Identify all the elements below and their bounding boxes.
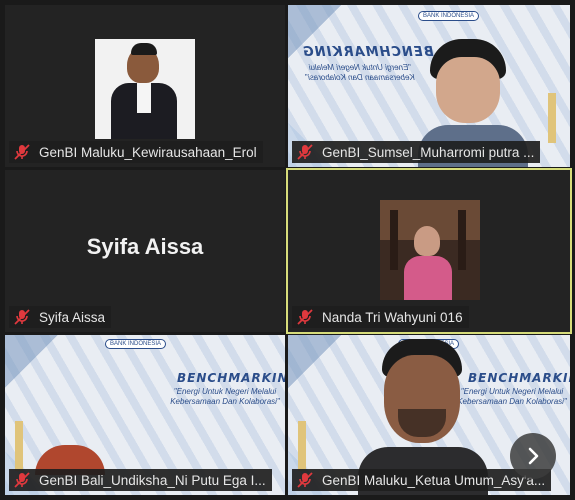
participant-name: GenBI Maluku_Ketua Umum_Asy'a...: [322, 472, 546, 488]
avatar-name-text: Syifa Aissa: [86, 234, 204, 259]
participant-photo: [380, 200, 480, 300]
chevron-right-icon: [528, 447, 539, 465]
banner-subtitle: "Energi Untuk Negeri Melalui Kebersamaan…: [300, 63, 420, 83]
mic-off-icon: [297, 309, 313, 325]
banner-title: BENCHMARKING: [177, 371, 285, 385]
banner-subtitle-line2: Kebersamaan Dan Kolaborasi": [170, 397, 280, 406]
participant-name: GenBI Maluku_Kewirausahaan_Erol: [39, 144, 257, 160]
banner-subtitle-line1: "Energi Untuk Negeri Melalui: [173, 387, 277, 396]
video-tile-5[interactable]: BANK INDONESIA BENCHMARKING "Energi Untu…: [5, 335, 285, 495]
banner-subtitle: "Energi Untuk Negeri Melalui Kebersamaan…: [165, 387, 285, 407]
banner-subtitle-line1: "Energi Untuk Negeri Melalui: [308, 63, 412, 72]
banner-title: BENCHMARKING: [302, 45, 434, 60]
monument-graphic: [298, 421, 306, 471]
participant-name: GenBI Bali_Undiksha_Ni Putu Ega I...: [39, 472, 266, 488]
monument-graphic: [548, 93, 556, 143]
participant-nameplate: GenBI Maluku_Ketua Umum_Asy'a...: [292, 469, 552, 491]
mic-off-icon: [297, 144, 313, 160]
bank-logo: BANK INDONESIA: [105, 339, 167, 349]
participant-nameplate: Nanda Tri Wahyuni 016: [292, 306, 469, 328]
mic-off-icon: [14, 144, 30, 160]
mic-off-icon: [297, 472, 313, 488]
banner-subtitle-line2: Kebersamaan Dan Kolaborasi": [305, 73, 415, 82]
mic-off-icon: [14, 309, 30, 325]
next-page-button[interactable]: [510, 433, 556, 479]
participant-name: GenBI_Sumsel_Muharromi putra ...: [322, 144, 535, 160]
mic-off-icon: [14, 472, 30, 488]
participant-nameplate: GenBI Bali_Undiksha_Ni Putu Ega I...: [9, 469, 272, 491]
video-tile-6[interactable]: BANK INDONESIA BENCHMARKING "Energi Untu…: [288, 335, 570, 495]
banner-title: BENCHMARKING: [468, 371, 570, 385]
video-tile-2[interactable]: BANK INDONESIA BENCHMARKING "Energi Untu…: [288, 5, 570, 167]
participant-nameplate: Syifa Aissa: [9, 306, 112, 328]
participant-name: Syifa Aissa: [39, 309, 106, 325]
participant-name: Nanda Tri Wahyuni 016: [322, 309, 463, 325]
bank-logo: BANK INDONESIA: [418, 11, 480, 21]
video-tile-3[interactable]: Syifa Aissa Syifa Aissa: [5, 170, 285, 332]
monument-graphic: [15, 421, 23, 471]
video-tile-1[interactable]: GenBI Maluku_Kewirausahaan_Erol: [5, 5, 285, 167]
video-tile-4[interactable]: Nanda Tri Wahyuni 016: [286, 168, 572, 334]
participant-nameplate: GenBI Maluku_Kewirausahaan_Erol: [9, 141, 263, 163]
participant-nameplate: GenBI_Sumsel_Muharromi putra ...: [292, 141, 541, 163]
participant-photo: [95, 39, 195, 139]
